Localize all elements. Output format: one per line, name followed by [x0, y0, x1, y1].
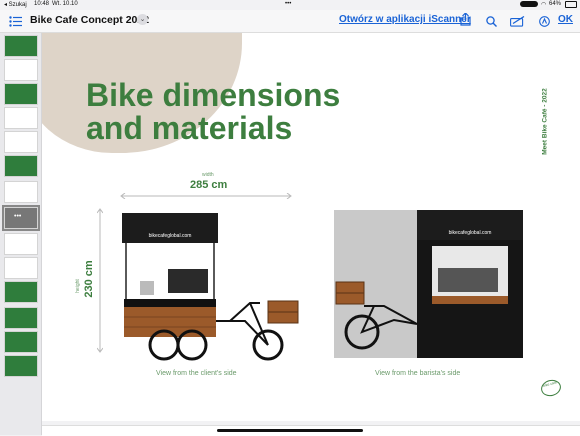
- focus-icon: [520, 1, 538, 7]
- thumbnail-page-5[interactable]: [4, 131, 38, 153]
- status-bar: ◂ Szukaj 10:48 Wt. 10.10 ••• ◠ 64%: [0, 0, 580, 10]
- width-value: 285 cm: [190, 179, 228, 191]
- width-arrow: [120, 193, 292, 199]
- thumbnail-page-7[interactable]: [4, 181, 38, 203]
- logo-text: bike cafe: [542, 380, 558, 388]
- thumbnail-page-8[interactable]: •••: [2, 205, 40, 231]
- side-label: Meet Bike Café - 2022: [540, 78, 550, 168]
- open-in-iscanner-link[interactable]: Otwórz w aplikacji iScanner: [339, 14, 471, 25]
- thumbnail-page-4[interactable]: [4, 107, 38, 129]
- height-label-text: height: [75, 279, 81, 293]
- chevron-down-icon[interactable]: ⌄: [137, 14, 148, 25]
- thumbnail-page-2[interactable]: [4, 59, 38, 81]
- battery-percent: 64%: [549, 1, 562, 7]
- slide-page: Bike dimensions and materials Meet Bike …: [42, 33, 580, 421]
- bike-cafe-logo: bike cafe: [539, 377, 563, 399]
- done-button[interactable]: OK: [558, 14, 573, 25]
- canopy-text-left: bikecafeglobal.com: [149, 233, 192, 239]
- clock: 10:48: [34, 1, 50, 7]
- thumbnail-page-11[interactable]: [4, 281, 38, 303]
- home-indicator[interactable]: [217, 429, 363, 432]
- caption-client-side: View from the client's side: [156, 370, 237, 377]
- back-to-search[interactable]: ◂ Szukaj: [4, 1, 27, 8]
- height-arrow: [97, 208, 103, 353]
- caption-barista-side: View from the barista's side: [375, 370, 461, 377]
- thumbnail-page-6[interactable]: [4, 155, 38, 177]
- bike-client-side-image: bikecafeglobal.com: [122, 213, 299, 361]
- thumbnail-page-14[interactable]: [4, 355, 38, 377]
- thumbnail-page-10[interactable]: [4, 257, 38, 279]
- height-value-text: 230 cm: [83, 260, 95, 298]
- sidebar-list-icon[interactable]: [9, 14, 23, 32]
- thumbnail-page-13[interactable]: [4, 331, 38, 353]
- thumbnail-page-12[interactable]: [4, 307, 38, 329]
- width-label: width: [202, 172, 214, 178]
- search-icon[interactable]: [486, 14, 497, 32]
- markup-icon[interactable]: [539, 14, 550, 32]
- thumbnail-page-3[interactable]: [4, 83, 38, 105]
- thumbnail-page-1[interactable]: [4, 35, 38, 57]
- canopy-text-right: bikecafeglobal.com: [449, 230, 492, 236]
- slide-heading: Bike dimensions and materials: [86, 79, 340, 145]
- page-thumbnails: •••: [0, 33, 42, 435]
- bike-barista-side-image: bikecafeglobal.com: [334, 210, 523, 358]
- thumbnail-page-9[interactable]: [4, 233, 38, 255]
- heading-line-1: Bike dimensions: [86, 77, 341, 113]
- heading-line-2: and materials: [86, 110, 293, 146]
- side-label-text: Meet Bike Café - 2022: [541, 88, 549, 155]
- annotate-icon[interactable]: [510, 14, 525, 32]
- height-value: 230 cm: [83, 259, 95, 299]
- document-title[interactable]: Bike Cafe Concept 2022: [30, 14, 149, 26]
- battery-icon: [565, 1, 577, 8]
- wifi-icon: ◠: [541, 2, 547, 8]
- more-options-icon[interactable]: •••: [14, 213, 21, 220]
- date: Wt. 10.10: [52, 1, 78, 7]
- multitask-dots[interactable]: •••: [285, 1, 291, 7]
- height-label: height: [75, 276, 81, 296]
- share-icon[interactable]: [460, 12, 471, 31]
